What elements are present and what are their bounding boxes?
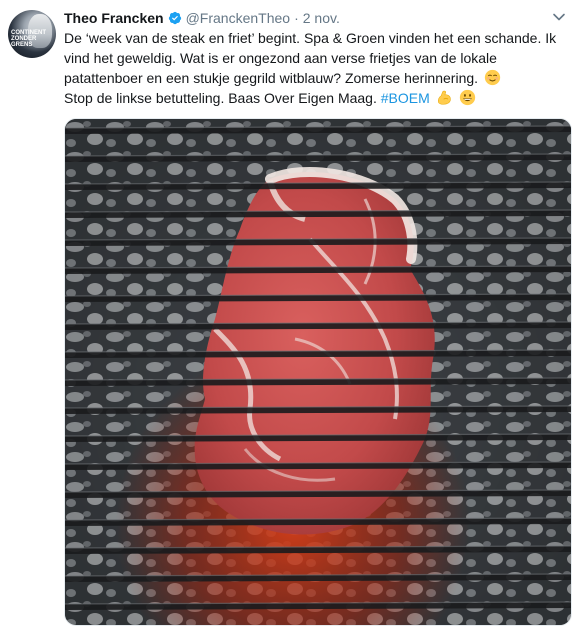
verified-badge-icon	[168, 11, 181, 25]
tweet-photo[interactable]	[64, 118, 572, 626]
flexed-biceps-emoji	[437, 90, 451, 105]
tweet-text-paragraph-2: Stop de linkse betutteling. Baas Over Ei…	[64, 88, 560, 108]
tweet-date[interactable]: 2 nov.	[303, 10, 340, 26]
avatar-text: CONTINENT ZONDER GRENS	[11, 30, 46, 48]
relieved-face-emoji	[484, 69, 501, 86]
tweet-text: De ‘week van de steak en friet’ begint. …	[64, 28, 560, 108]
steak-on-grill-photo	[65, 119, 571, 625]
avatar[interactable]: CONTINENT ZONDER GRENS	[8, 10, 56, 58]
tweet-header: Theo Francken @FranckenTheo · 2 nov.	[64, 8, 340, 28]
author-handle[interactable]: @FranckenTheo	[186, 10, 290, 26]
grinning-face-emoji	[459, 89, 475, 106]
author-name[interactable]: Theo Francken	[64, 10, 164, 26]
chevron-down-icon[interactable]	[552, 10, 566, 24]
tweet-text-line-1: De ‘week van de steak en friet’ begint. …	[64, 30, 557, 86]
tweet-card[interactable]: CONTINENT ZONDER GRENS Theo Francken @Fr…	[0, 0, 574, 632]
separator-dot: ·	[294, 10, 299, 26]
tweet-text-line-2: Stop de linkse betutteling. Baas Over Ei…	[64, 90, 377, 106]
hashtag-link[interactable]: #BOEM	[381, 90, 430, 106]
tweet-text-paragraph-1: De ‘week van de steak en friet’ begint. …	[64, 28, 560, 88]
